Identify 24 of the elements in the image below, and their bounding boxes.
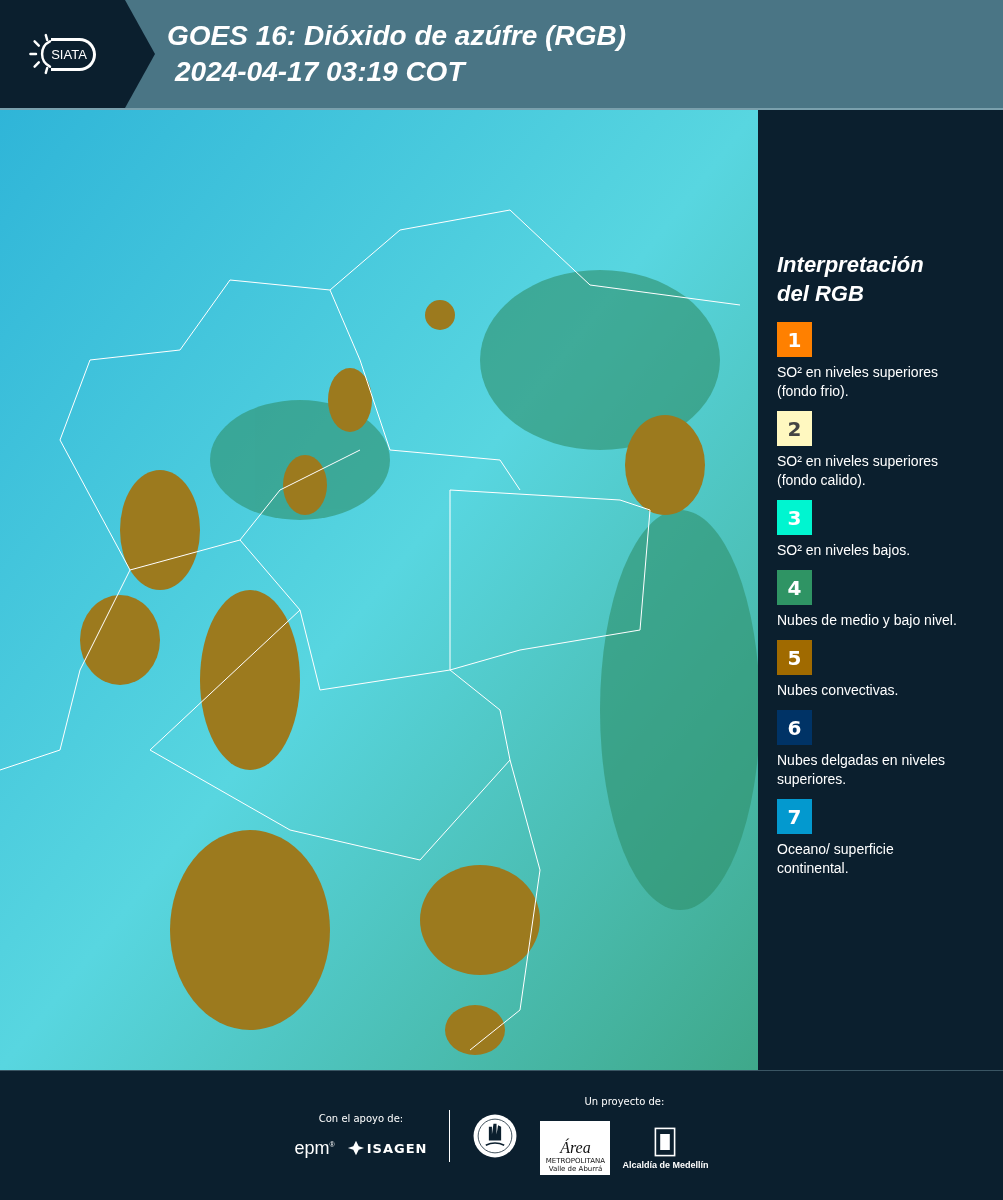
project-label: Un proyecto de: — [584, 1096, 665, 1107]
isagen-logo: ISAGEN — [346, 1139, 428, 1157]
legend-title: Interpretación del RGB — [777, 251, 925, 308]
support-label: Con el apoyo de: — [318, 1112, 404, 1124]
legend-label: SO² en niveles bajos. — [777, 541, 912, 560]
legend-swatch: 1 — [777, 322, 812, 357]
legend-swatch: 4 — [777, 570, 812, 605]
legend-label: Nubes de medio y bajo nivel. — [777, 611, 957, 630]
legend-label: Oceano/ superficie continental. — [777, 840, 895, 878]
legend-swatch: 5 — [777, 640, 812, 675]
legend-swatch: 3 — [777, 500, 812, 535]
legend-swatch: 6 — [777, 710, 812, 745]
seal-icon — [472, 1112, 519, 1159]
legend-swatch: 2 — [777, 411, 812, 446]
legend-label: Nubes convectivas. — [777, 681, 900, 700]
legend-label: SO² en niveles superiores (fondo calido). — [777, 452, 940, 490]
cloud-logo: SIATA — [51, 37, 96, 71]
page-title: GOES 16: Dióxido de azúfre (RGB) — [167, 19, 626, 53]
legend-label: Nubes delgadas en niveles superiores. — [777, 751, 947, 789]
timestamp: 2024-04-17 03:19 COT — [173, 55, 468, 89]
legend-label: SO² en niveles superiores (fondo frio). — [777, 363, 940, 401]
epm-logo: epm$^{®}$ — [294, 1137, 335, 1159]
alcaldia-logo: Alcaldía de Medellín — [622, 1126, 709, 1170]
legend-swatch: 7 — [777, 799, 812, 834]
